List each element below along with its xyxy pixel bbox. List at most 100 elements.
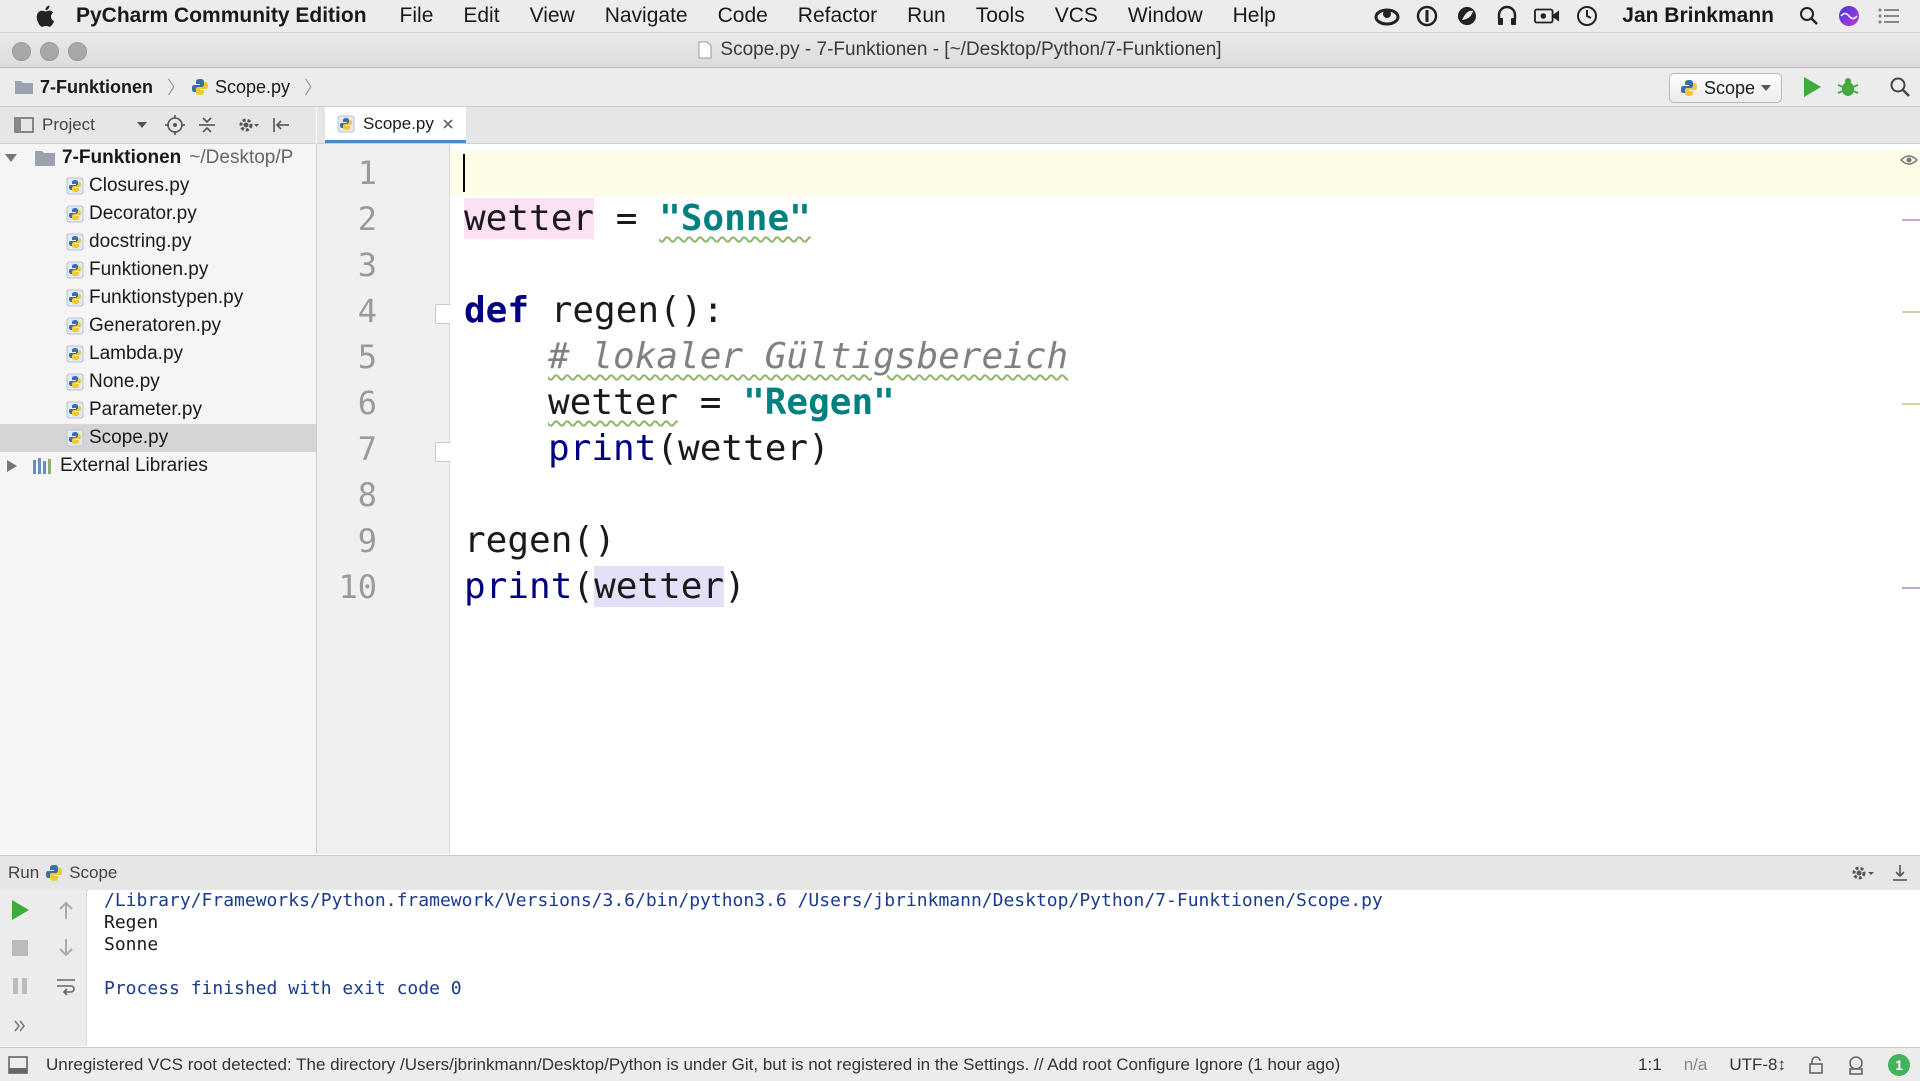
project-panel-header: Project [0, 107, 316, 144]
tree-file-funktionen[interactable]: Funktionen.py [0, 256, 316, 284]
scroll-up-button[interactable] [54, 898, 78, 922]
hide-panel-icon[interactable] [1890, 863, 1910, 883]
tree-file-closures[interactable]: Closures.py [0, 172, 316, 200]
apple-icon[interactable] [28, 0, 62, 32]
password-manager-icon[interactable] [1414, 3, 1440, 29]
leaf-icon[interactable] [1454, 3, 1480, 29]
breadcrumb-project[interactable]: 7-Funktionen [40, 77, 153, 98]
toggle-tool-windows-icon[interactable] [8, 1055, 28, 1074]
scrollbar-marker[interactable] [1902, 219, 1920, 221]
tree-file-docstring[interactable]: docstring.py [0, 228, 316, 256]
tree-file-generatoren[interactable]: Generatoren.py [0, 312, 316, 340]
python-file-icon [337, 115, 355, 132]
spotlight-search-icon[interactable] [1796, 3, 1822, 29]
screen-record-icon[interactable] [1534, 3, 1560, 29]
menu-file[interactable]: File [385, 4, 449, 28]
headphones-icon[interactable] [1494, 3, 1520, 29]
rerun-button[interactable] [8, 898, 32, 922]
tree-file-label: None.py [89, 371, 160, 392]
code-editor[interactable]: wetter = "Sonne" def regen(): # lokaler … [450, 144, 1920, 854]
settings-gear-icon[interactable] [237, 115, 259, 135]
locate-file-icon[interactable] [164, 115, 185, 135]
tree-file-label: Decorator.py [89, 203, 197, 224]
menu-tools[interactable]: Tools [961, 4, 1040, 28]
assign-operator: = [678, 382, 744, 423]
run-config-tab[interactable]: Scope [69, 863, 117, 883]
root-folder-name: 7-Funktionen [62, 147, 182, 168]
menu-run[interactable]: Run [892, 4, 961, 28]
tree-root-folder[interactable]: 7-Funktionen ~/Desktop/P [0, 144, 316, 172]
python-icon [46, 865, 63, 881]
menu-help[interactable]: Help [1218, 4, 1291, 28]
more-actions-icon[interactable] [8, 1014, 32, 1038]
scrollbar-marker[interactable] [1902, 311, 1920, 313]
menu-refactor[interactable]: Refactor [783, 4, 892, 28]
menu-edit[interactable]: Edit [448, 4, 514, 28]
run-button[interactable] [1798, 73, 1826, 101]
code-line-4: def regen(): [464, 288, 724, 334]
siri-icon[interactable] [1836, 3, 1862, 29]
arrow-up-icon [59, 901, 73, 919]
collapse-all-icon[interactable] [197, 115, 217, 135]
menu-window[interactable]: Window [1113, 4, 1218, 28]
current-line-highlight [450, 150, 1920, 196]
tree-file-lambda[interactable]: Lambda.py [0, 340, 316, 368]
lock-icon[interactable] [1808, 1055, 1824, 1074]
run-icon [1804, 77, 1821, 97]
notification-center-icon[interactable] [1876, 3, 1902, 29]
collapsed-arrow-icon[interactable] [6, 459, 18, 473]
user-name[interactable]: Jan Brinkmann [1622, 4, 1774, 28]
close-tab-icon[interactable] [442, 118, 454, 130]
tree-file-none[interactable]: None.py [0, 368, 316, 396]
tree-file-decorator[interactable]: Decorator.py [0, 200, 316, 228]
tree-file-funktionstypen[interactable]: Funktionstypen.py [0, 284, 316, 312]
run-configuration-dropdown[interactable]: Scope [1668, 73, 1782, 103]
run-panel-label[interactable]: Run [8, 863, 39, 883]
debug-button[interactable] [1834, 73, 1862, 101]
menubar-tray: Jan Brinkmann [1374, 0, 1902, 32]
expanded-arrow-icon[interactable] [4, 152, 18, 164]
run-toolbar [0, 890, 87, 1046]
line-separator-status[interactable]: n/a [1684, 1055, 1708, 1075]
tree-file-label: Funktionen.py [89, 259, 209, 280]
menu-code[interactable]: Code [703, 4, 783, 28]
menu-view[interactable]: View [515, 4, 590, 28]
run-console[interactable]: /Library/Frameworks/Python.framework/Ver… [88, 890, 1920, 1046]
caret-position[interactable]: 1:1 [1638, 1055, 1662, 1075]
external-libraries-label: External Libraries [60, 455, 208, 476]
time-machine-icon[interactable] [1574, 3, 1600, 29]
line-number: 3 [357, 246, 377, 284]
app-name-menu[interactable]: PyCharm Community Edition [76, 4, 367, 28]
navigation-bar: 7-Funktionen 〉 Scope.py 〉 Scope [0, 68, 1920, 107]
tab-scope-py[interactable]: Scope.py [325, 107, 466, 143]
tree-external-libraries[interactable]: External Libraries [0, 452, 316, 480]
project-view-icon [14, 117, 34, 133]
file-encoding[interactable]: UTF-8↕ [1729, 1055, 1786, 1075]
stop-button[interactable] [8, 936, 32, 960]
menu-navigate[interactable]: Navigate [590, 4, 703, 28]
tree-file-scope-selected[interactable]: Scope.py [0, 424, 316, 452]
settings-gear-icon[interactable] [1850, 863, 1876, 883]
soft-wrap-button[interactable] [54, 974, 78, 998]
project-panel-title[interactable]: Project [42, 115, 95, 135]
scrollbar-marker[interactable] [1902, 403, 1920, 405]
run-panel-header: Run Scope [0, 855, 1920, 891]
project-view-dropdown-icon[interactable] [136, 121, 147, 129]
event-log-badge[interactable]: 1 [1888, 1053, 1910, 1076]
hide-panel-icon[interactable] [271, 115, 291, 135]
breadcrumb: 7-Funktionen 〉 Scope.py 〉 [14, 74, 322, 100]
pause-button[interactable] [8, 974, 32, 998]
string-literal: "Regen" [743, 382, 895, 423]
tree-file-parameter[interactable]: Parameter.py [0, 396, 316, 424]
breadcrumb-file[interactable]: Scope.py [215, 77, 290, 98]
eye-icon[interactable] [1900, 154, 1918, 166]
console-output-line: Regen [104, 912, 159, 933]
search-everywhere-button[interactable] [1886, 73, 1914, 101]
menu-vcs[interactable]: VCS [1040, 4, 1113, 28]
scroll-down-button[interactable] [54, 936, 78, 960]
line-number: 1 [357, 154, 377, 192]
vcs-notification-message[interactable]: Unregistered VCS root detected: The dire… [46, 1055, 1340, 1075]
creative-cloud-icon[interactable] [1374, 3, 1400, 29]
inspector-icon[interactable] [1846, 1055, 1866, 1075]
scrollbar-marker[interactable] [1902, 587, 1920, 589]
